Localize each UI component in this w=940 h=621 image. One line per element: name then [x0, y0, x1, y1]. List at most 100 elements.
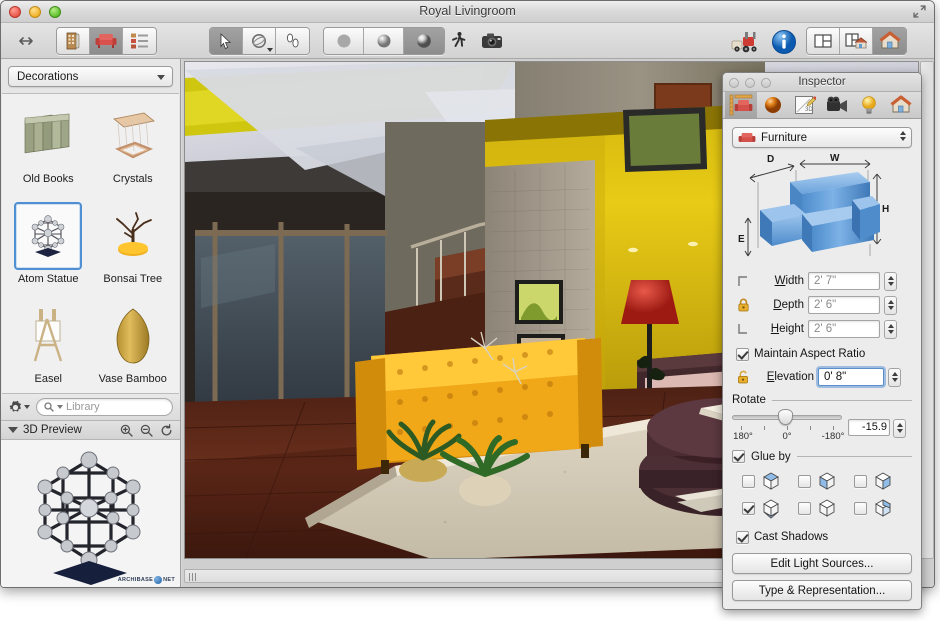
- width-input[interactable]: 2' 7": [808, 272, 880, 290]
- tab-camera[interactable]: [821, 92, 853, 118]
- tab-light[interactable]: [853, 92, 885, 118]
- list-item-label: Bonsai Tree: [103, 273, 162, 285]
- diagram-label-width: W: [830, 153, 840, 164]
- list-item-label: Crystals: [113, 173, 153, 185]
- elevation-stepper[interactable]: [888, 368, 901, 387]
- walk-footprints-icon[interactable]: [276, 28, 309, 54]
- glue-left-checkbox[interactable]: [798, 475, 811, 488]
- diagram-label-depth: D: [767, 154, 774, 165]
- books-thumb: [14, 102, 82, 170]
- vase-thumb: [99, 302, 167, 370]
- plan-view-icon[interactable]: [807, 28, 840, 54]
- tab-building[interactable]: [885, 92, 917, 118]
- divider: [772, 400, 912, 401]
- height-stepper[interactable]: [884, 320, 897, 339]
- triangle-down-icon[interactable]: [8, 427, 18, 433]
- shaded-sphere-icon[interactable]: [364, 28, 404, 54]
- house-icon[interactable]: [873, 28, 906, 54]
- list-item-label: Old Books: [23, 173, 74, 185]
- building-elevator-icon[interactable]: [57, 28, 90, 54]
- refresh-icon[interactable]: [160, 424, 173, 437]
- height-input[interactable]: 2' 6": [808, 320, 880, 338]
- info-icon[interactable]: [771, 29, 797, 58]
- plan-house-view-icon[interactable]: [840, 28, 873, 54]
- depth-stepper[interactable]: [884, 296, 897, 315]
- forklift-icon[interactable]: [729, 29, 763, 58]
- glue-front-checkbox[interactable]: [798, 502, 811, 515]
- maintain-aspect-ratio-checkbox[interactable]: [736, 348, 749, 361]
- list-item[interactable]: Vase Bamboo: [91, 300, 176, 394]
- slider-knob[interactable]: [778, 409, 793, 425]
- list-item[interactable]: Easel: [6, 300, 91, 394]
- glue-back-checkbox[interactable]: [854, 502, 867, 515]
- zoom-out-icon[interactable]: [140, 424, 153, 437]
- vertical-scrollbar[interactable]: [920, 61, 934, 559]
- walking-person-icon[interactable]: [449, 31, 469, 54]
- svg-text:3D: 3D: [805, 107, 813, 113]
- left-right-arrow-icon[interactable]: [15, 35, 37, 47]
- height-label: Height: [758, 323, 804, 335]
- glue-front-cell[interactable]: [798, 497, 854, 519]
- glue-by-header: Glue by: [732, 450, 912, 463]
- cast-shadows-checkbox[interactable]: [736, 531, 749, 544]
- cast-shadows-label: Cast Shadows: [754, 531, 828, 543]
- list-item[interactable]: Old Books: [6, 100, 91, 200]
- list-item[interactable]: Crystals: [91, 100, 176, 200]
- material-sphere-icon: [763, 95, 783, 115]
- tick-label-right: -180°: [822, 431, 845, 442]
- library-item-grid: Old Books: [2, 93, 179, 394]
- glue-right-checkbox[interactable]: [854, 475, 867, 488]
- rotate-stepper[interactable]: [893, 419, 906, 438]
- inspector-title: Inspector: [723, 76, 921, 88]
- category-popup-button[interactable]: Decorations: [8, 66, 173, 87]
- width-stepper[interactable]: [884, 272, 897, 291]
- maintain-aspect-ratio-row[interactable]: Maintain Aspect Ratio: [736, 344, 912, 364]
- list-item[interactable]: Bonsai Tree: [91, 200, 176, 300]
- preview-3d-viewport[interactable]: ARCHIBASE NET: [1, 440, 180, 588]
- type-representation-button[interactable]: Type & Representation...: [732, 580, 912, 601]
- glue-top-checkbox[interactable]: [742, 475, 755, 488]
- up-down-arrows-icon: [900, 131, 906, 141]
- rotate-value-input[interactable]: -15.9: [848, 419, 890, 436]
- cast-shadows-row[interactable]: Cast Shadows: [736, 527, 912, 547]
- object-type-popup[interactable]: Furniture: [732, 127, 912, 148]
- list-item[interactable]: Atom Statue: [6, 200, 91, 300]
- lock-open-icon[interactable]: [732, 370, 754, 384]
- glossy-sphere-icon[interactable]: [404, 28, 444, 54]
- tab-geometry[interactable]: [725, 92, 757, 118]
- main-toolbar: [1, 23, 934, 59]
- camera-icon[interactable]: [481, 31, 503, 54]
- flat-sphere-icon[interactable]: [324, 28, 364, 54]
- armchair-icon[interactable]: [90, 28, 123, 54]
- dimension-diagram: D W H E: [732, 152, 912, 270]
- corner-bracket-bottom-icon: [732, 322, 754, 336]
- glue-top-cell[interactable]: [742, 470, 798, 492]
- glue-right-cell[interactable]: [854, 470, 910, 492]
- tab-material[interactable]: [757, 92, 789, 118]
- expand-arrows-icon[interactable]: [913, 5, 926, 18]
- search-input[interactable]: Library: [36, 398, 173, 416]
- library-footer: Library: [1, 394, 180, 420]
- category-row: Decorations: [1, 59, 180, 93]
- inspector-tab-bar: 3D: [723, 92, 921, 119]
- glue-back-cell[interactable]: [854, 497, 910, 519]
- glue-bottom-checkbox[interactable]: [742, 502, 755, 515]
- rotate-slider[interactable]: [732, 409, 842, 425]
- orbit-rotate-icon[interactable]: [243, 28, 276, 54]
- elevation-input[interactable]: 0' 8": [818, 368, 884, 386]
- crystals-thumb: [99, 102, 167, 170]
- glue-by-grid: [732, 466, 912, 521]
- glue-by-checkbox[interactable]: [732, 450, 745, 463]
- inspector-panel: Inspector 3D: [722, 72, 922, 610]
- zoom-in-icon[interactable]: [120, 424, 133, 437]
- depth-input[interactable]: 2' 6": [808, 296, 880, 314]
- chevron-down-icon[interactable]: [267, 48, 273, 52]
- arrow-pointer-icon[interactable]: [210, 28, 243, 54]
- tab-edit-3d[interactable]: 3D: [789, 92, 821, 118]
- list-view-icon[interactable]: [123, 28, 156, 54]
- gear-icon[interactable]: [8, 400, 30, 415]
- glue-bottom-cell[interactable]: [742, 497, 798, 519]
- glue-left-cell[interactable]: [798, 470, 854, 492]
- lock-closed-icon[interactable]: [732, 298, 754, 312]
- edit-light-sources-button[interactable]: Edit Light Sources...: [732, 553, 912, 574]
